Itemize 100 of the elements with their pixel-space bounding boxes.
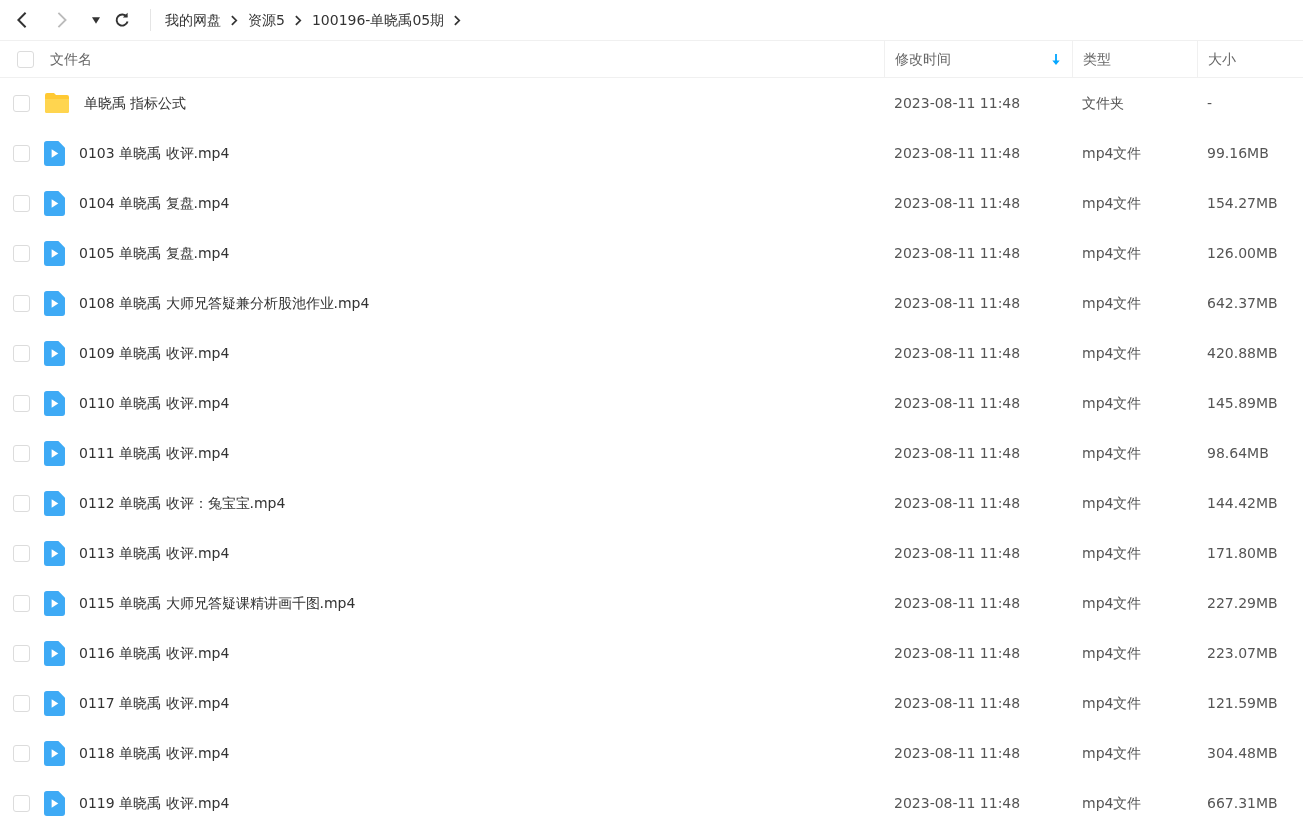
- file-name[interactable]: 0119 单晓禹 收评.mp4: [79, 792, 230, 814]
- sort-down-icon: [1052, 53, 1060, 65]
- file-name[interactable]: 0110 单晓禹 收评.mp4: [79, 392, 230, 414]
- video-file-icon: [44, 590, 65, 616]
- checkbox[interactable]: [13, 594, 30, 612]
- checkbox[interactable]: [13, 344, 30, 362]
- file-type: mp4文件: [1081, 793, 1143, 813]
- video-file-icon: [44, 140, 65, 166]
- file-type: mp4文件: [1081, 293, 1143, 313]
- video-file-icon: [44, 290, 65, 316]
- file-name[interactable]: 0103 单晓禹 收评.mp4: [79, 142, 230, 164]
- file-type: mp4文件: [1081, 143, 1143, 163]
- file-type: mp4文件: [1081, 443, 1143, 463]
- modified-time: 2023-08-11 11:48: [893, 593, 1022, 613]
- video-file-icon: [44, 190, 65, 216]
- modified-time: 2023-08-11 11:48: [893, 643, 1022, 663]
- checkbox[interactable]: [13, 744, 30, 762]
- modified-time: 2023-08-11 11:48: [893, 493, 1022, 513]
- file-name[interactable]: 0108 单晓禹 大师兄答疑兼分析股池作业.mp4: [79, 292, 370, 314]
- file-size: 223.07MB: [1206, 643, 1279, 663]
- checkbox[interactable]: [13, 494, 30, 512]
- checkbox[interactable]: [13, 144, 30, 162]
- file-size: 304.48MB: [1206, 743, 1279, 763]
- file-size: 99.16MB: [1206, 143, 1270, 163]
- video-file-icon: [44, 240, 65, 266]
- checkbox[interactable]: [13, 544, 30, 562]
- file-name[interactable]: 0113 单晓禹 收评.mp4: [79, 542, 230, 564]
- forward-icon[interactable]: [56, 11, 68, 29]
- breadcrumb-link[interactable]: 我的网盘: [165, 9, 221, 31]
- file-size: 420.88MB: [1206, 343, 1279, 363]
- file-name[interactable]: 0115 单晓禹 大师兄答疑课精讲画千图.mp4: [79, 592, 356, 614]
- file-size: 144.42MB: [1206, 493, 1279, 513]
- video-file-icon: [44, 690, 65, 716]
- file-name[interactable]: 0111 单晓禹 收评.mp4: [79, 442, 230, 464]
- video-file-icon: [44, 640, 65, 666]
- video-file-icon: [44, 490, 65, 516]
- checkbox[interactable]: [13, 94, 30, 112]
- file-name[interactable]: 0116 单晓禹 收评.mp4: [79, 642, 230, 664]
- checkbox[interactable]: [13, 794, 30, 812]
- modified-time: 2023-08-11 11:48: [893, 243, 1022, 263]
- file-size: 145.89MB: [1206, 393, 1279, 413]
- video-file-icon: [44, 390, 65, 416]
- file-size: 98.64MB: [1206, 443, 1270, 463]
- checkbox[interactable]: [13, 244, 30, 262]
- checkbox[interactable]: [17, 50, 34, 68]
- file-size: 227.29MB: [1206, 593, 1279, 613]
- video-file-icon: [44, 340, 65, 366]
- file-type: mp4文件: [1081, 543, 1143, 563]
- modified-time: 2023-08-11 11:48: [893, 193, 1022, 213]
- file-size: 126.00MB: [1206, 243, 1279, 263]
- file-name[interactable]: 0104 单晓禹 复盘.mp4: [79, 192, 230, 214]
- file-type: mp4文件: [1081, 693, 1143, 713]
- video-file-icon: [44, 440, 65, 466]
- dropdown-caret-icon[interactable]: [92, 16, 100, 24]
- breadcrumb-link[interactable]: 100196-单晓禹05期: [311, 9, 445, 31]
- modified-time: 2023-08-11 11:48: [893, 793, 1022, 813]
- modified-time: 2023-08-11 11:48: [893, 393, 1022, 413]
- file-type: mp4文件: [1081, 393, 1143, 413]
- file-size: 171.80MB: [1206, 543, 1279, 563]
- file-size: 642.37MB: [1206, 293, 1279, 313]
- column-header[interactable]: 大小: [1197, 41, 1303, 77]
- file-name[interactable]: 0105 单晓禹 复盘.mp4: [79, 242, 230, 264]
- modified-time: 2023-08-11 11:48: [893, 443, 1022, 463]
- checkbox[interactable]: [13, 644, 30, 662]
- file-name[interactable]: 0118 单晓禹 收评.mp4: [79, 742, 230, 764]
- checkbox[interactable]: [13, 294, 30, 312]
- checkbox[interactable]: [13, 194, 30, 212]
- breadcrumb-link[interactable]: 资源5: [248, 9, 285, 31]
- file-name[interactable]: 单晓禹 指标公式: [84, 92, 187, 114]
- modified-time: 2023-08-11 11:48: [893, 293, 1022, 313]
- video-file-icon: [44, 540, 65, 566]
- file-size: 121.59MB: [1206, 693, 1279, 713]
- modified-time: 2023-08-11 11:48: [893, 743, 1022, 763]
- file-type: mp4文件: [1081, 243, 1143, 263]
- checkbox[interactable]: [13, 444, 30, 462]
- file-type: 文件夹: [1081, 93, 1125, 113]
- file-name[interactable]: 0117 单晓禹 收评.mp4: [79, 692, 230, 714]
- chevron-right-icon: [231, 14, 238, 26]
- column-header[interactable]: 修改时间: [884, 41, 1072, 77]
- file-size: -: [1206, 93, 1214, 113]
- file-type: mp4文件: [1081, 743, 1143, 763]
- column-header[interactable]: 文件名: [50, 48, 92, 70]
- file-size: 667.31MB: [1206, 793, 1279, 813]
- modified-time: 2023-08-11 11:48: [893, 93, 1022, 113]
- modified-time: 2023-08-11 11:48: [893, 693, 1022, 713]
- modified-time: 2023-08-11 11:48: [893, 543, 1022, 563]
- video-file-icon: [44, 790, 65, 816]
- refresh-icon[interactable]: [114, 12, 130, 28]
- back-icon[interactable]: [16, 11, 28, 29]
- file-name[interactable]: 0109 单晓禹 收评.mp4: [79, 342, 230, 364]
- file-type: mp4文件: [1081, 493, 1143, 513]
- file-type: mp4文件: [1081, 643, 1143, 663]
- file-name[interactable]: 0112 单晓禹 收评：兔宝宝.mp4: [79, 492, 286, 514]
- file-type: mp4文件: [1081, 593, 1143, 613]
- column-header[interactable]: 类型: [1072, 41, 1197, 77]
- modified-time: 2023-08-11 11:48: [893, 343, 1022, 363]
- checkbox[interactable]: [13, 394, 30, 412]
- file-size: 154.27MB: [1206, 193, 1279, 213]
- folder-icon: [44, 92, 70, 114]
- checkbox[interactable]: [13, 694, 30, 712]
